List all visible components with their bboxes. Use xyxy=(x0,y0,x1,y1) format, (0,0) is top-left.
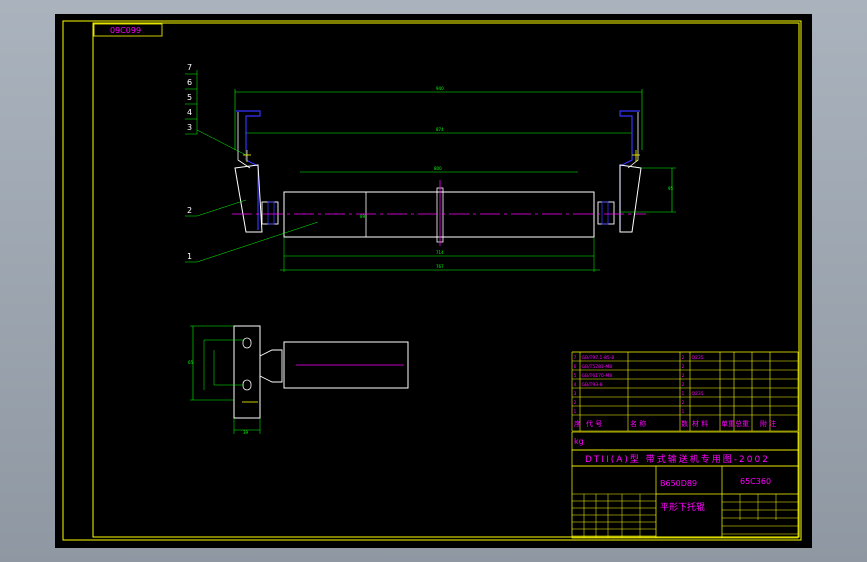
parts-row-cell: Q235 xyxy=(692,355,704,361)
parts-row-cell: 2 xyxy=(682,364,685,370)
parts-row-cell: 2 xyxy=(682,355,685,361)
parts-row-cell: 6 xyxy=(574,364,577,370)
dim-total-length: 767 xyxy=(436,264,444,269)
parts-row-cell: 5 xyxy=(574,373,577,379)
drawing-number: B650D89 xyxy=(660,479,697,488)
parts-row-cell: 2 xyxy=(682,373,685,379)
parts-row-cell: 1 xyxy=(682,409,685,415)
parts-row-cell: 2 xyxy=(682,382,685,388)
parts-row-cell: 3 xyxy=(574,391,577,397)
parts-header-cell: 总重 xyxy=(735,419,749,428)
parts-header-cell: 单重 xyxy=(721,419,735,428)
parts-row-cell: GB/T5783-M8 xyxy=(582,364,613,370)
dim-side-width: 39 xyxy=(243,430,249,435)
parts-row-cell: 2 xyxy=(682,400,685,406)
part-code: 65C360 xyxy=(740,477,771,486)
balloon-5: 5 xyxy=(187,93,192,102)
parts-header-cell: 序 xyxy=(574,419,581,428)
parts-row-cell: Q235 xyxy=(692,391,704,397)
balloon-7: 7 xyxy=(187,63,192,72)
balloon-2: 2 xyxy=(187,206,192,215)
series-title: DTII(A)型 带式输送机专用图-2002 xyxy=(585,453,770,465)
parts-row-cell: 7 xyxy=(574,355,577,361)
dim-overall-width: 940 xyxy=(436,86,444,91)
dim-height: 95 xyxy=(668,186,674,191)
balloon-3: 3 xyxy=(187,123,192,132)
parts-row-cell: GB/T97.1-85-8 xyxy=(582,355,615,361)
dim-inner-width: 874 xyxy=(436,127,444,132)
weight-note: kg xyxy=(574,437,584,446)
dim-shaft-length: 714 xyxy=(436,250,444,255)
balloon-6: 6 xyxy=(187,78,192,87)
balloon-4: 4 xyxy=(187,108,192,117)
parts-row-cell: GB/T93-8 xyxy=(582,382,603,388)
parts-row-cell: 4 xyxy=(574,382,577,388)
drawing-canvas: 09C099 940 874 800 714 767 95 89 7 6 5 4… xyxy=(55,14,812,548)
parts-row-cell: 2 xyxy=(574,400,577,406)
part-name: 平形下托辊 xyxy=(660,501,705,513)
drawing-code: 09C099 xyxy=(110,26,141,35)
cad-viewport: 09C099 940 874 800 714 767 95 89 7 6 5 4… xyxy=(0,0,867,562)
parts-header-cell: 材 料 xyxy=(692,419,708,428)
parts-row-cell: 1 xyxy=(682,391,685,397)
dim-diameter: 89 xyxy=(360,214,366,219)
balloon-1: 1 xyxy=(187,252,192,261)
dim-roll-length: 800 xyxy=(434,166,442,171)
dim-side-height: 65 xyxy=(188,360,194,365)
parts-row-cell: GB/T6170-M8 xyxy=(582,373,613,379)
parts-header-cell: 代 号 xyxy=(586,419,602,428)
parts-header-cell: 数 xyxy=(681,419,688,428)
parts-header-cell: 名 称 xyxy=(630,419,646,428)
drawing-sheet xyxy=(55,14,812,548)
parts-row-cell: 1 xyxy=(574,409,577,415)
parts-header-cell: 附 注 xyxy=(760,419,776,428)
